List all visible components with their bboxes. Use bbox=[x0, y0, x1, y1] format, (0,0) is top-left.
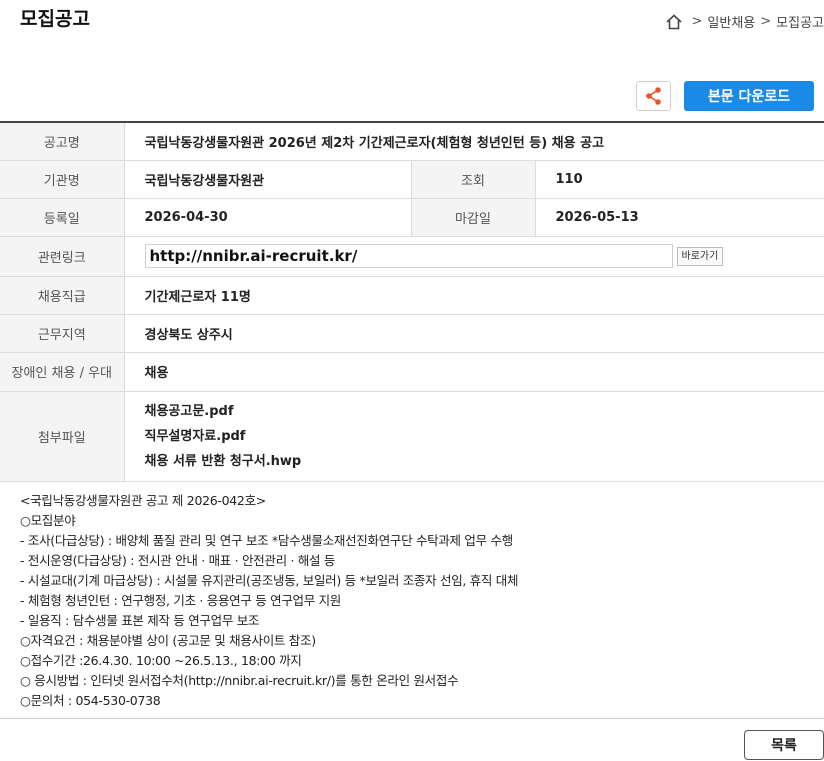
deadline-value: 2026-05-13 bbox=[534, 198, 824, 237]
reg-date-value: 2026-04-30 bbox=[123, 198, 411, 237]
related-link-field[interactable]: http://nnibr.ai-recruit.kr/ bbox=[144, 244, 673, 268]
position-value: 기간제근로자 11명 bbox=[123, 276, 824, 315]
attachment-file[interactable]: 직무설명자료.pdf bbox=[145, 424, 824, 449]
body-line: ○모집분야 bbox=[20, 513, 76, 528]
body-line: - 전시운영(다급상당) : 전시관 안내 · 매표 · 안전관리 · 해설 등 bbox=[20, 553, 336, 568]
attachment-file[interactable]: 채용공고문.pdf bbox=[145, 399, 824, 424]
org-label: 기관명 bbox=[0, 160, 124, 199]
body-line: ○자격요건 : 채용분야별 상이 (공고문 및 채용사이트 참조) bbox=[20, 633, 316, 648]
breadcrumb-separator: > bbox=[760, 14, 772, 29]
body-line: - 체험형 청년인턴 : 연구행정, 기초 · 응용연구 등 연구업무 지원 bbox=[20, 593, 342, 608]
breadcrumb-item-general-hiring[interactable]: 일반채용 bbox=[707, 12, 755, 31]
body-line: <국립낙동강생물자원관 공고 제 2026-042호> bbox=[20, 493, 266, 508]
table-row: 채용직급 기간제근로자 11명 bbox=[0, 276, 824, 315]
link-label: 관련링크 bbox=[0, 236, 124, 277]
disabled-hiring-label: 장애인 채용 / 우대 bbox=[0, 352, 124, 392]
reg-date-label: 등록일 bbox=[0, 198, 124, 237]
page-title: 모집공고 bbox=[20, 8, 90, 30]
attachments-label: 첨부파일 bbox=[0, 391, 124, 482]
body-line: ○문의처 : 054-530-0738 bbox=[20, 693, 161, 708]
announcement-body: <국립낙동강생물자원관 공고 제 2026-042호> ○모집분야 - 조사(다… bbox=[20, 491, 519, 711]
breadcrumb-separator: > bbox=[691, 14, 703, 29]
views-value: 110 bbox=[534, 160, 824, 199]
body-line: ○접수기간 :26.4.30. 10:00 ~26.5.13., 18:00 까… bbox=[20, 653, 302, 668]
position-label: 채용직급 bbox=[0, 276, 124, 315]
breadcrumb: > 일반채용 > 모집공고 bbox=[665, 12, 824, 31]
download-button[interactable]: 본문 다운로드 bbox=[684, 81, 814, 111]
title-value: 국립낙동강생물자원관 2026년 제2차 기간제근로자(체험형 청년인턴 등) … bbox=[123, 122, 824, 161]
attachments-list: 채용공고문.pdf 직무설명자료.pdf 채용 서류 반환 청구서.hwp bbox=[123, 391, 824, 482]
region-label: 근무지역 bbox=[0, 314, 124, 353]
title-label: 공고명 bbox=[0, 122, 124, 161]
table-row: 기관명 국립낙동강생물자원관 조회 110 bbox=[0, 160, 824, 199]
deadline-label: 마감일 bbox=[410, 198, 535, 237]
body-line: - 조사(다급상당) : 배양체 품질 관리 및 연구 보조 *담수생물소재선진… bbox=[20, 533, 513, 548]
table-row: 공고명 국립낙동강생물자원관 2026년 제2차 기간제근로자(체험형 청년인턴… bbox=[0, 122, 824, 161]
body-line: - 일용직 : 담수생물 표본 제작 등 연구업무 보조 bbox=[20, 613, 260, 628]
home-icon[interactable] bbox=[665, 13, 683, 31]
go-link-button[interactable]: 바로가기 bbox=[676, 246, 724, 266]
table-row: 관련링크 http://nnibr.ai-recruit.kr/바로가기 bbox=[0, 236, 824, 277]
org-value: 국립낙동강생물자원관 bbox=[123, 160, 411, 199]
attachment-file[interactable]: 채용 서류 반환 청구서.hwp bbox=[145, 449, 824, 474]
table-row: 장애인 채용 / 우대 채용 bbox=[0, 352, 824, 392]
body-line: ○ 응시방법 : 인터넷 원서접수처(http://nnibr.ai-recru… bbox=[20, 673, 459, 688]
link-cell: http://nnibr.ai-recruit.kr/바로가기 bbox=[123, 236, 824, 277]
list-button[interactable]: 목록 bbox=[744, 730, 824, 760]
breadcrumb-item-recruitment[interactable]: 모집공고 bbox=[776, 12, 824, 31]
table-row: 근무지역 경상북도 상주시 bbox=[0, 314, 824, 353]
table-row: 첨부파일 채용공고문.pdf 직무설명자료.pdf 채용 서류 반환 청구서.h… bbox=[0, 391, 824, 482]
divider bbox=[0, 718, 824, 719]
region-value: 경상북도 상주시 bbox=[123, 314, 824, 353]
share-icon bbox=[645, 87, 661, 105]
views-label: 조회 bbox=[410, 160, 535, 199]
disabled-hiring-value: 채용 bbox=[123, 352, 824, 392]
table-row: 등록일 2026-04-30 마감일 2026-05-13 bbox=[0, 198, 824, 237]
job-info-table: 공고명 국립낙동강생물자원관 2026년 제2차 기간제근로자(체험형 청년인턴… bbox=[0, 121, 824, 482]
body-line: - 시설교대(기계 마급상당) : 시설물 유지관리(공조냉동, 보일러) 등 … bbox=[20, 573, 519, 588]
share-button[interactable] bbox=[636, 81, 671, 111]
